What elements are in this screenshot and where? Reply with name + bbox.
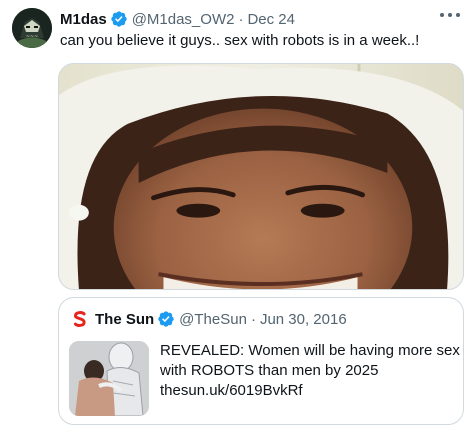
robot-embrace-image-icon: [69, 341, 149, 416]
quoted-tweet-header: The Sun @TheSun · Jun 30, 2016: [69, 308, 347, 330]
svg-text:~~~: ~~~: [26, 34, 39, 40]
selfie-video-thumbnail-icon: [59, 64, 463, 289]
masked-figure-avatar-icon: ~~~: [12, 8, 52, 48]
the-sun-logo-icon[interactable]: [69, 308, 91, 330]
separator-dot: ·: [238, 10, 244, 28]
tweet-text: can you believe it guys.. sex with robot…: [60, 32, 420, 49]
author-handle[interactable]: @M1das_OW2: [132, 11, 235, 28]
quoted-tweet[interactable]: The Sun @TheSun · Jun 30, 2016 REVEALED:…: [58, 297, 464, 425]
tweet-date[interactable]: Dec 24: [247, 11, 295, 28]
more-horizontal-icon[interactable]: [440, 8, 460, 22]
quoted-tweet-date[interactable]: Jun 30, 2016: [260, 311, 347, 328]
tweet-media[interactable]: [58, 63, 464, 290]
tweet-header: M1das @M1das_OW2 · Dec 24: [60, 9, 295, 29]
author-name[interactable]: M1das: [60, 11, 107, 28]
verified-badge-icon: [158, 311, 174, 327]
quoted-text-line: REVEALED: Women will be having more sex: [160, 342, 460, 359]
author-avatar[interactable]: ~~~: [12, 8, 52, 48]
quoted-tweet-text: REVEALED: Women will be having more sex …: [160, 341, 460, 401]
quoted-tweet-thumbnail: [69, 341, 149, 416]
quoted-link[interactable]: thesun.uk/6019BvkRf: [160, 381, 456, 401]
quoted-text-line: with ROBOTS than men by 2025: [160, 362, 379, 379]
verified-badge-icon: [111, 11, 127, 27]
quoted-author-name[interactable]: The Sun: [95, 311, 154, 328]
quoted-author-handle[interactable]: @TheSun: [179, 311, 247, 328]
separator-dot: ·: [250, 310, 256, 328]
